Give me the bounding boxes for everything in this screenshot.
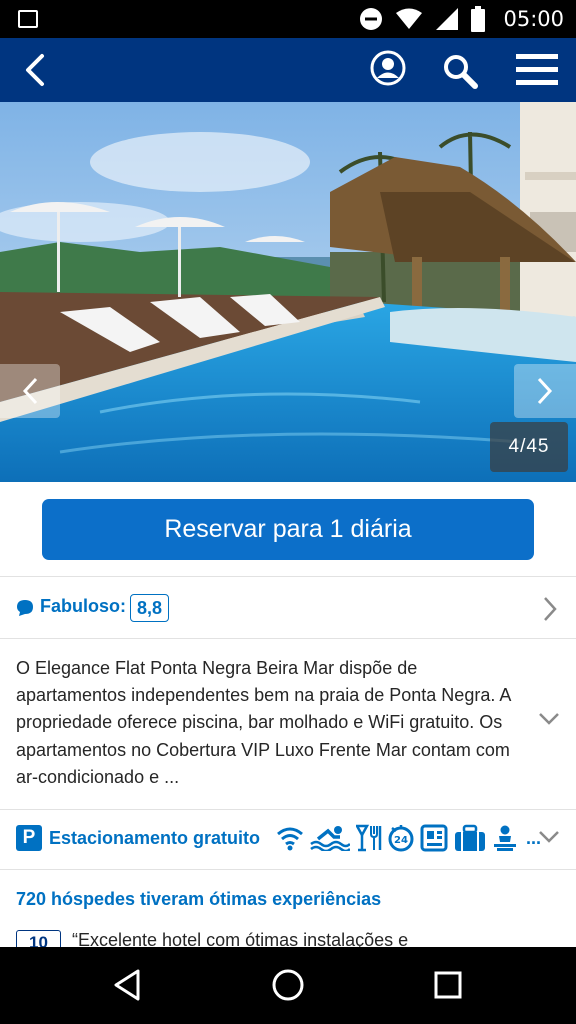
speech-bubble-icon	[17, 600, 33, 616]
wifi-signal-icon	[396, 8, 423, 29]
rating-row[interactable]: Fabuloso: 8,8	[0, 578, 576, 639]
wifi-icon	[277, 827, 303, 851]
status-bar: 05:00	[0, 0, 576, 38]
parking-icon: P	[16, 825, 42, 851]
battery-icon	[471, 6, 486, 32]
description-text: O Elegance Flat Ponta Negra Beira Mar di…	[16, 658, 511, 787]
recent-apps-square-icon[interactable]	[428, 965, 468, 1005]
rating-score-badge: 8,8	[130, 594, 170, 622]
safe-icon	[420, 824, 448, 852]
chevron-down-icon[interactable]	[538, 830, 560, 844]
hamburger-menu-icon[interactable]	[516, 54, 558, 86]
chevron-right-icon	[544, 597, 557, 621]
chevron-right-icon	[537, 377, 553, 405]
svg-text:24: 24	[394, 835, 408, 846]
do-not-disturb-icon	[360, 8, 383, 30]
room-service-icon	[494, 825, 516, 851]
reserve-button[interactable]: Reservar para 1 diária	[42, 499, 534, 560]
parking-label: Estacionamento gratuito	[49, 828, 261, 848]
back-triangle-icon[interactable]	[108, 965, 148, 1005]
luggage-icon	[455, 824, 485, 851]
previous-photo-button[interactable]	[0, 364, 60, 418]
cell-signal-icon	[436, 8, 459, 30]
rating-label: Fabuloso:	[40, 596, 126, 616]
user-account-icon[interactable]	[370, 50, 406, 86]
home-circle-icon[interactable]	[268, 965, 308, 1005]
reserve-section: Reservar para 1 diária	[0, 482, 576, 577]
reviews-section[interactable]: 720 hóspedes tiveram ótimas experiências…	[0, 870, 576, 947]
app-bar	[0, 38, 576, 102]
next-photo-button[interactable]	[514, 364, 576, 418]
search-icon[interactable]	[441, 52, 479, 90]
facility-icons: 24 ...	[276, 822, 541, 854]
24h-reception-icon: 24	[388, 825, 414, 852]
review-quote: “Excelente hotel com ótimas instalações …	[72, 930, 409, 947]
facilities-row[interactable]: P Estacionamento gratuito 24 ...	[0, 810, 576, 870]
swimming-pool-icon	[310, 826, 350, 851]
property-description[interactable]: O Elegance Flat Ponta Negra Beira Mar di…	[0, 640, 576, 810]
review-score-badge: 10	[16, 930, 61, 947]
reviews-title: 720 hóspedes tiveram ótimas experiências	[16, 889, 382, 909]
restaurant-bar-icon	[356, 824, 382, 852]
photo-counter: 4/45	[490, 422, 568, 472]
image-notification-icon	[18, 10, 38, 28]
chevron-left-icon	[22, 377, 38, 405]
status-time: 05:00	[503, 7, 564, 31]
system-navigation-bar	[0, 947, 576, 1024]
back-arrow-icon[interactable]	[20, 52, 54, 88]
chevron-down-icon[interactable]	[538, 712, 560, 726]
